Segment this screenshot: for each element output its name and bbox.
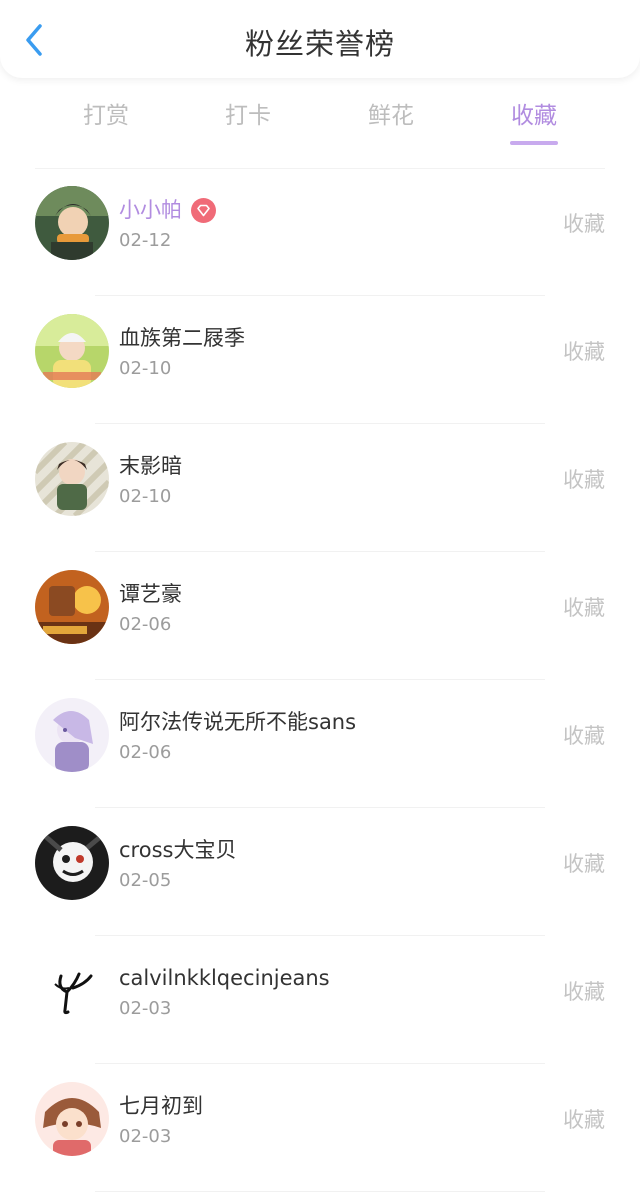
fan-action: 收藏 <box>563 212 605 236</box>
fan-action: 收藏 <box>563 468 605 492</box>
fan-date: 02-06 <box>119 614 172 635</box>
active-tab-indicator <box>510 141 558 145</box>
fan-date: 02-10 <box>119 358 172 379</box>
fan-action: 收藏 <box>563 852 605 876</box>
tab-bar: 打赏 打卡 鲜花 收藏 <box>0 88 640 158</box>
avatar[interactable] <box>35 314 109 388</box>
list-item[interactable]: 阿尔法传说无所不能sans 02-06 收藏 <box>0 680 640 808</box>
fan-date: 02-03 <box>119 998 172 1019</box>
fan-date: 02-12 <box>119 230 172 251</box>
list-item[interactable]: 小小帕 02-12 收藏 <box>0 168 640 296</box>
fan-date: 02-10 <box>119 486 172 507</box>
list-item[interactable]: 血族第二屐季 02-10 收藏 <box>0 296 640 424</box>
fan-action: 收藏 <box>563 1108 605 1132</box>
fan-name: 血族第二屐季 <box>119 326 245 350</box>
tab-checkin[interactable]: 打卡 <box>225 100 271 132</box>
tab-favorites[interactable]: 收藏 <box>511 100 557 132</box>
list-item[interactable]: 末影暗 02-10 收藏 <box>0 424 640 552</box>
fan-name: 谭艺豪 <box>119 582 182 606</box>
tab-tip[interactable]: 打赏 <box>83 100 129 132</box>
avatar[interactable] <box>35 1082 109 1156</box>
fan-name: 七月初到 <box>119 1094 203 1118</box>
fan-date: 02-06 <box>119 742 172 763</box>
avatar[interactable] <box>35 570 109 644</box>
list-item[interactable]: 谭艺豪 02-06 收藏 <box>0 552 640 680</box>
avatar[interactable] <box>35 698 109 772</box>
avatar[interactable] <box>35 954 109 1028</box>
diamond-badge-icon <box>191 197 216 223</box>
fan-date: 02-05 <box>119 870 172 891</box>
avatar[interactable] <box>35 826 109 900</box>
page-title: 粉丝荣誉榜 <box>244 27 395 61</box>
list-item[interactable]: calvilnkklqecinjeans 02-03 收藏 <box>0 936 640 1064</box>
fan-action: 收藏 <box>563 724 605 748</box>
avatar[interactable] <box>35 186 109 260</box>
avatar[interactable] <box>35 442 109 516</box>
app-header: 粉丝荣誉榜 <box>0 0 640 78</box>
tab-flowers[interactable]: 鲜花 <box>368 100 414 132</box>
fan-name: 末影暗 <box>119 454 182 478</box>
fan-action: 收藏 <box>563 340 605 364</box>
fan-date: 02-03 <box>119 1126 172 1147</box>
fan-list: 小小帕 02-12 收藏 血族第二屐季 02-10 收藏 末影暗 02-10 收… <box>0 168 640 1192</box>
fan-name: calvilnkklqecinjeans <box>119 966 330 990</box>
fan-action: 收藏 <box>563 596 605 620</box>
fan-action: 收藏 <box>563 980 605 1004</box>
list-item[interactable]: 七月初到 02-03 收藏 <box>0 1064 640 1192</box>
fan-name: cross大宝贝 <box>119 838 237 862</box>
fan-name: 小小帕 <box>119 198 182 222</box>
list-item[interactable]: cross大宝贝 02-05 收藏 <box>0 808 640 936</box>
fan-name: 阿尔法传说无所不能sans <box>119 710 357 734</box>
